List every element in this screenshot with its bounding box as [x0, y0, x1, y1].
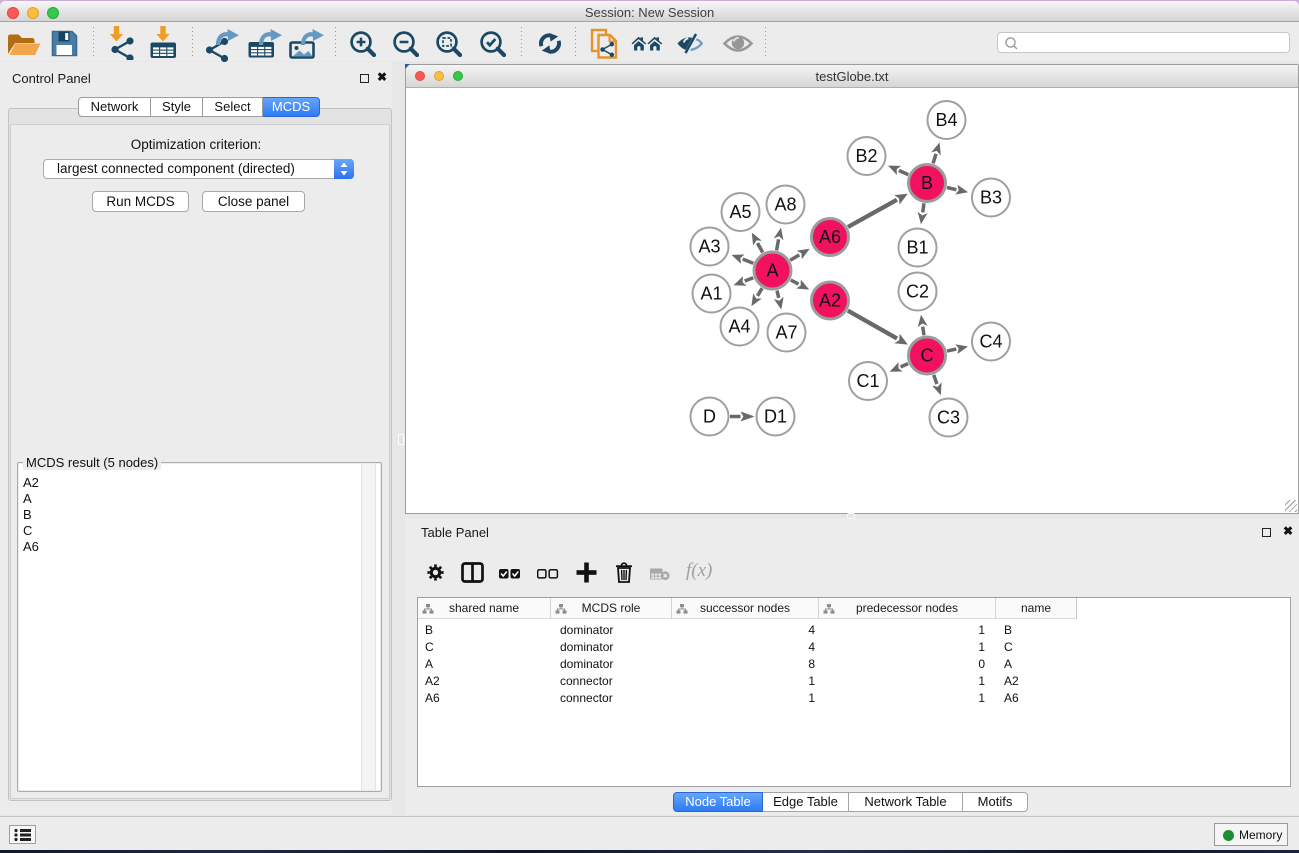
- svg-text:A6: A6: [819, 227, 841, 247]
- svg-text:C: C: [921, 346, 934, 366]
- svg-text:A3: A3: [698, 237, 720, 257]
- svg-text:C3: C3: [937, 408, 960, 428]
- svg-text:A7: A7: [775, 323, 797, 343]
- svg-text:C1: C1: [856, 371, 879, 391]
- svg-text:A4: A4: [728, 317, 750, 337]
- svg-text:D: D: [703, 407, 716, 427]
- svg-text:B: B: [921, 173, 933, 193]
- svg-text:A1: A1: [700, 284, 722, 304]
- svg-text:A: A: [766, 261, 778, 281]
- svg-text:B1: B1: [906, 238, 928, 258]
- svg-text:B2: B2: [855, 146, 877, 166]
- svg-text:D1: D1: [764, 407, 787, 427]
- svg-text:A5: A5: [729, 202, 751, 222]
- svg-text:C2: C2: [906, 282, 929, 302]
- svg-text:B3: B3: [980, 188, 1002, 208]
- svg-text:C4: C4: [979, 332, 1002, 352]
- svg-text:A8: A8: [774, 195, 796, 215]
- svg-text:B4: B4: [935, 110, 957, 130]
- svg-text:A2: A2: [819, 291, 841, 311]
